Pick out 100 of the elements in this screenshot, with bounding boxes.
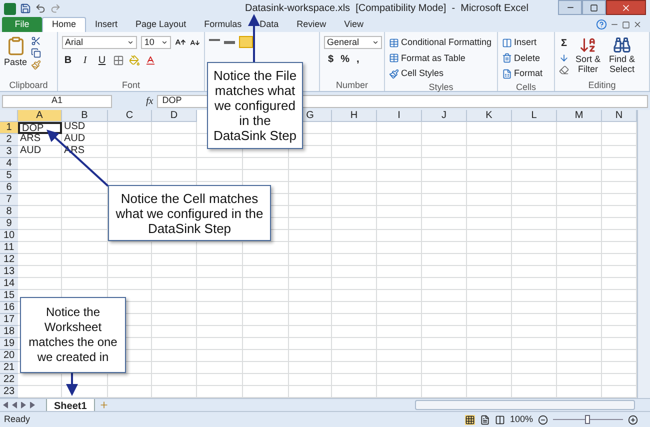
undo-icon[interactable] — [35, 3, 46, 14]
font-style-button[interactable]: I — [79, 53, 91, 68]
zoom-out-icon[interactable] — [538, 414, 548, 424]
cells-menu-button[interactable]: Format — [502, 67, 550, 80]
column-header[interactable]: N — [602, 110, 637, 122]
column-header[interactable]: L — [512, 110, 557, 122]
align-middle-icon[interactable] — [224, 40, 235, 44]
row-header[interactable]: 16 — [0, 302, 18, 314]
binoculars-icon — [613, 36, 631, 54]
column-header[interactable]: J — [422, 110, 467, 122]
number-symbol-button[interactable]: , — [356, 52, 360, 67]
ribbon-tab[interactable]: Page Layout — [126, 17, 196, 32]
ribbon-tab[interactable]: Review — [288, 17, 336, 32]
column-header[interactable]: M — [557, 110, 602, 122]
eraser-icon[interactable] — [559, 65, 569, 75]
restore-icon[interactable] — [622, 20, 630, 28]
save-icon[interactable] — [20, 3, 31, 14]
number-symbol-button[interactable]: $ — [328, 52, 334, 67]
row-header[interactable]: 10 — [0, 230, 18, 242]
row-header[interactable]: 20 — [0, 350, 18, 362]
font-size-field[interactable]: 10 — [141, 36, 172, 49]
clipboard-icon — [6, 36, 26, 56]
row-header[interactable]: 4 — [0, 158, 18, 170]
font-name-field[interactable]: Arial — [62, 36, 138, 49]
font-style-button[interactable]: B — [62, 53, 74, 68]
styles-menu-button[interactable]: Format as Table — [389, 52, 493, 65]
autosum-button[interactable]: Σ — [559, 36, 569, 51]
ribbon-tab[interactable]: View — [335, 17, 372, 32]
row-header[interactable]: 8 — [0, 206, 18, 218]
name-box[interactable]: A1 — [2, 94, 112, 108]
help-icon[interactable] — [596, 19, 607, 30]
font-color-icon[interactable] — [145, 55, 156, 66]
font-style-button[interactable]: U — [96, 53, 108, 68]
column-header[interactable]: I — [377, 110, 422, 122]
vertical-scrollbar[interactable] — [637, 110, 650, 398]
row-header[interactable]: 1 — [0, 122, 18, 134]
row-header[interactable]: 12 — [0, 254, 18, 266]
status-text: Ready — [4, 412, 30, 426]
row-header[interactable]: 5 — [0, 170, 18, 182]
row-header[interactable]: 3 — [0, 146, 18, 158]
number-format-field[interactable]: General — [324, 36, 382, 49]
table-icon — [389, 53, 399, 64]
column-header[interactable]: C — [108, 110, 152, 122]
cells-menu-button[interactable]: Insert — [502, 36, 550, 50]
cells-menu-button[interactable]: Delete — [502, 52, 550, 65]
borders-icon[interactable] — [113, 55, 124, 66]
fill-color-icon[interactable] — [129, 55, 140, 66]
page-layout-icon[interactable] — [480, 414, 490, 424]
sheet-tab[interactable]: Sheet1 — [46, 398, 95, 412]
row-header[interactable]: 19 — [0, 338, 18, 350]
column-header[interactable]: K — [467, 110, 512, 122]
fill-icon[interactable] — [559, 53, 569, 63]
group-label: Cells — [516, 80, 536, 92]
zoom-in-icon[interactable] — [628, 414, 638, 424]
row-header[interactable]: 9 — [0, 218, 18, 230]
page-break-icon[interactable] — [494, 414, 505, 424]
shrink-font-icon[interactable] — [190, 38, 200, 48]
sort-icon — [579, 36, 597, 54]
row-header[interactable]: 21 — [0, 362, 18, 374]
normal-view-icon[interactable] — [464, 414, 475, 424]
cells-icon — [502, 53, 512, 64]
column-header[interactable]: D — [152, 110, 197, 122]
ribbon-tab[interactable]: Insert — [86, 17, 127, 32]
close-button[interactable] — [606, 0, 646, 15]
maximize-icon — [590, 4, 598, 12]
ribbon-tab[interactable]: Formulas — [195, 17, 251, 32]
excel-icon[interactable] — [4, 2, 16, 14]
row-header[interactable]: 2 — [0, 134, 18, 146]
row-header[interactable]: 22 — [0, 374, 18, 386]
column-header[interactable]: H — [332, 110, 377, 122]
row-header[interactable]: 15 — [0, 290, 18, 302]
row-header[interactable]: 14 — [0, 278, 18, 290]
number-symbol-button[interactable]: % — [340, 52, 350, 67]
zoom-slider-thumb[interactable] — [585, 415, 590, 424]
row-header[interactable]: 18 — [0, 326, 18, 338]
group-label: Font — [122, 79, 140, 91]
row-header[interactable]: 17 — [0, 314, 18, 326]
row-header[interactable]: 11 — [0, 242, 18, 254]
paste-button[interactable]: Paste — [4, 36, 28, 70]
function-label[interactable]: fx — [146, 94, 154, 108]
row-header[interactable]: 6 — [0, 182, 18, 194]
styles-menu-button[interactable]: Conditional Formatting — [389, 36, 493, 50]
copy-icon[interactable] — [31, 48, 42, 58]
horizontal-scrollbar[interactable] — [415, 400, 635, 410]
styles-menu-button[interactable]: Cell Styles — [389, 67, 493, 80]
column-header[interactable]: B — [62, 110, 108, 122]
column-header[interactable]: A — [18, 110, 62, 122]
maximize-button[interactable] — [582, 0, 606, 15]
cells-icon — [502, 38, 512, 48]
editing-button[interactable]: Sort & Filter — [573, 36, 603, 75]
cells-icon — [502, 68, 512, 79]
editing-button[interactable]: Find & Select — [607, 36, 637, 75]
ribbon-tab[interactable]: Home — [42, 17, 86, 32]
row-header[interactable]: 23 — [0, 386, 18, 398]
row-header[interactable]: 13 — [0, 266, 18, 278]
row-header[interactable]: 7 — [0, 194, 18, 206]
cut-icon[interactable] — [31, 36, 42, 46]
ribbon-tab[interactable]: Data — [250, 17, 288, 32]
close-icon[interactable] — [633, 20, 642, 29]
file-tab[interactable]: File — [2, 17, 42, 32]
